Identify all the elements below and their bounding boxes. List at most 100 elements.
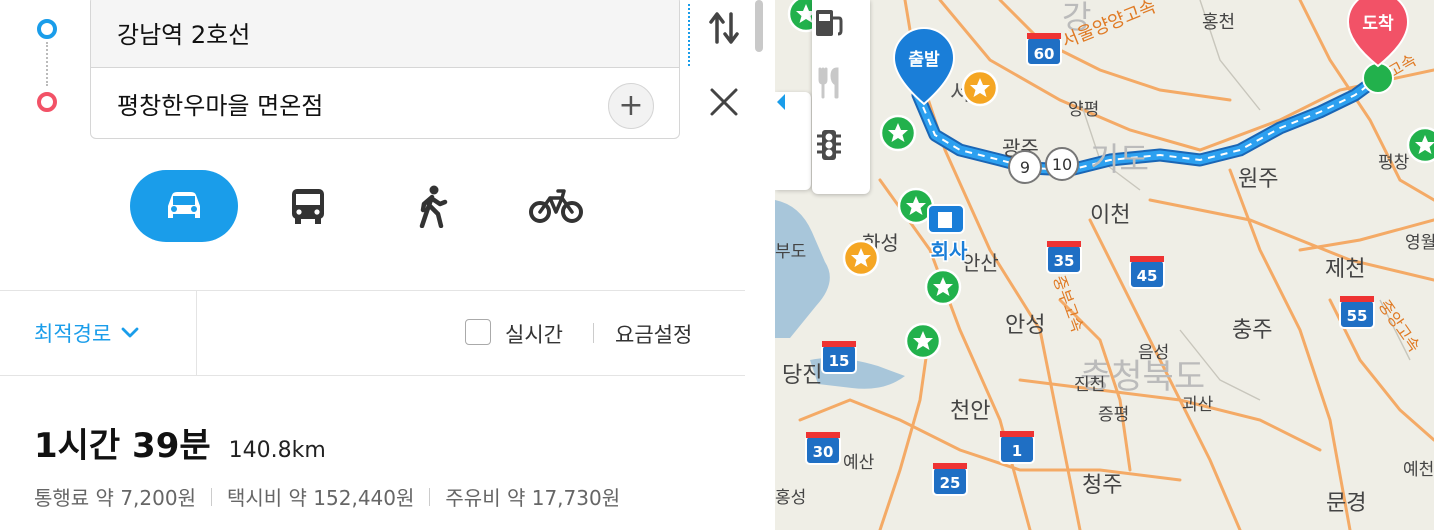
swap-icon	[709, 12, 739, 44]
svg-text:부도: 부도	[775, 242, 806, 262]
svg-text:양평: 양평	[1068, 100, 1099, 120]
svg-text:홍천: 홍천	[1202, 12, 1235, 33]
svg-text:제천: 제천	[1325, 257, 1365, 282]
mode-bike-button[interactable]	[520, 170, 592, 242]
bike-icon	[529, 189, 583, 223]
svg-text:괴산: 괴산	[1182, 395, 1214, 415]
fee-settings-link[interactable]: 요금설정	[615, 319, 692, 349]
map-canvas[interactable]: 강 홍천 양평 광주 기도 원주 이천 화성 안산 평창 영월 제천 부도 안성…	[775, 0, 1434, 530]
highway-35-icon: 35	[1046, 241, 1082, 274]
travel-distance: 140.8km	[228, 438, 326, 463]
route-options-bar: 최적경로 실시간 요금설정	[0, 290, 745, 376]
start-marker-label: 출발	[908, 50, 940, 70]
add-waypoint-button[interactable]: +	[608, 83, 654, 129]
options-divider	[196, 291, 197, 375]
destination-text: 평창한우마을 면온점	[117, 91, 324, 120]
realtime-label[interactable]: 실시간	[505, 319, 563, 349]
swap-divider	[688, 4, 690, 66]
options-separator	[593, 323, 594, 343]
route-node-10-icon: 10	[1045, 147, 1079, 181]
taxi-cost: 택시비 약 152,440원	[226, 486, 415, 510]
end-marker-icon: 도착	[1346, 0, 1410, 94]
svg-text:10: 10	[1052, 155, 1072, 174]
svg-text:예천: 예천	[1403, 460, 1434, 480]
origin-dot-icon	[37, 19, 57, 39]
svg-text:9: 9	[1020, 158, 1030, 177]
bus-icon	[292, 189, 324, 224]
highway-1-icon: 1	[999, 431, 1035, 464]
end-marker-label: 도착	[1362, 14, 1394, 34]
route-summary: 1시간 39분 140.8km	[34, 418, 326, 467]
highway-25-icon: 25	[932, 463, 968, 496]
gas-station-icon	[816, 10, 843, 36]
traffic-light-button[interactable]	[812, 128, 870, 188]
restaurant-button[interactable]	[812, 66, 870, 126]
realtime-checkbox[interactable]	[465, 319, 491, 345]
scrollbar-thumb[interactable]	[755, 0, 763, 52]
svg-text:45: 45	[1137, 267, 1158, 285]
highway-30-icon: 30	[805, 432, 841, 465]
walk-icon	[419, 185, 448, 228]
mode-walk-button[interactable]	[398, 170, 468, 242]
start-marker-icon: 출발	[892, 27, 956, 106]
svg-text:평창: 평창	[1378, 153, 1410, 173]
svg-text:진천: 진천	[1074, 375, 1105, 395]
car-icon	[168, 192, 200, 218]
swap-route-button[interactable]	[706, 8, 742, 48]
chevron-down-icon	[121, 327, 139, 338]
close-icon	[710, 88, 738, 116]
svg-text:영월: 영월	[1405, 233, 1434, 253]
route-connector	[46, 42, 48, 86]
gas-station-button[interactable]	[812, 6, 870, 66]
route-type-dropdown[interactable]: 최적경로	[34, 318, 139, 348]
svg-text:안성: 안성	[1005, 313, 1045, 338]
highway-60-icon: 60	[1026, 33, 1062, 66]
svg-text:증평: 증평	[1098, 405, 1129, 425]
map-view[interactable]: 강 홍천 양평 광주 기도 원주 이천 화성 안산 평창 영월 제천 부도 안성…	[775, 0, 1434, 530]
svg-text:이천: 이천	[1090, 203, 1130, 228]
svg-text:15: 15	[829, 352, 850, 370]
highway-45-icon: 45	[1129, 256, 1165, 289]
destination-field[interactable]: 평창한우마을 면온점 +	[91, 68, 679, 138]
travel-time: 1시간 39분	[34, 426, 211, 466]
destination-dot-icon	[37, 92, 57, 112]
map-layer-tools	[812, 0, 870, 194]
toll-cost: 통행료 약 7,200원	[34, 486, 196, 510]
close-button[interactable]	[706, 84, 742, 120]
transport-modes	[0, 170, 745, 242]
chevron-left-icon	[777, 94, 785, 110]
route-inputs: 강남역 2호선 평창한우마을 면온점 +	[90, 0, 680, 139]
svg-text:문경: 문경	[1326, 491, 1366, 516]
svg-text:중부고속: 중부고속	[1049, 273, 1087, 335]
origin-text: 강남역 2호선	[117, 20, 251, 49]
collapse-panel-button[interactable]	[775, 92, 811, 190]
mode-car-button[interactable]	[130, 170, 238, 242]
panel-scrollbar[interactable]	[745, 0, 775, 530]
svg-text:청주: 청주	[1082, 473, 1122, 498]
svg-text:홍성: 홍성	[775, 488, 806, 508]
cost-separator	[429, 487, 431, 506]
restaurant-icon	[818, 67, 839, 99]
svg-text:예산: 예산	[843, 453, 875, 473]
svg-text:당진: 당진	[782, 363, 822, 388]
company-marker-icon: 회사	[927, 204, 969, 265]
origin-field[interactable]: 강남역 2호선	[91, 0, 679, 68]
svg-text:안산: 안산	[962, 251, 999, 275]
highway-55-icon: 55	[1339, 296, 1375, 329]
fuel-cost: 주유비 약 17,730원	[445, 486, 621, 510]
highway-15-icon: 15	[821, 341, 857, 374]
traffic-light-icon	[817, 130, 841, 160]
svg-text:기도: 기도	[1090, 140, 1149, 178]
cost-separator	[210, 487, 212, 506]
svg-text:55: 55	[1347, 307, 1368, 325]
mode-bus-button[interactable]	[273, 170, 343, 242]
route-costs: 통행료 약 7,200원 택시비 약 152,440원 주유비 약 17,730…	[34, 482, 620, 511]
company-label: 회사	[931, 239, 968, 263]
svg-text:원주: 원주	[1238, 167, 1278, 192]
route-node-9-icon: 9	[1008, 150, 1042, 184]
svg-text:30: 30	[813, 443, 834, 461]
svg-text:60: 60	[1034, 45, 1055, 63]
svg-text:25: 25	[940, 474, 961, 492]
svg-text:35: 35	[1054, 252, 1075, 270]
poi-star-icons	[787, 0, 1434, 360]
